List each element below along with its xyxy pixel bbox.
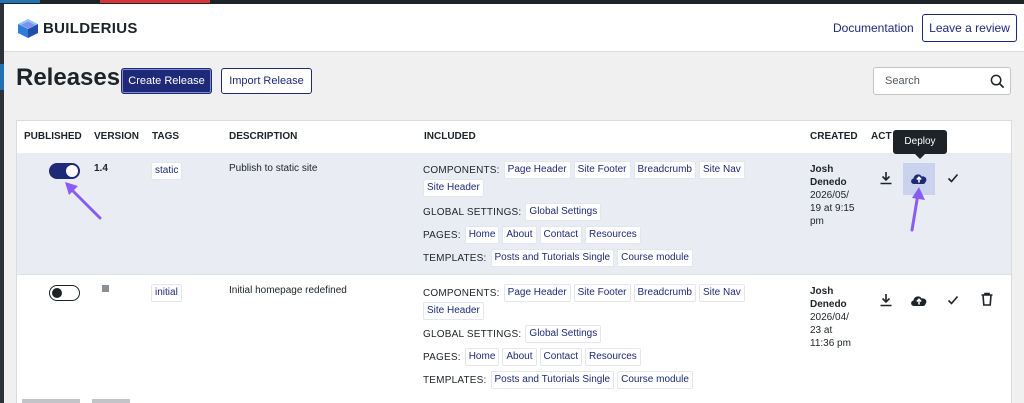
page-title: Releases	[16, 64, 121, 91]
global-settings-label: GLOBAL SETTINGS:	[423, 206, 522, 218]
column-header-tags: TAGS	[152, 131, 180, 142]
created-info: Josh Denedo 2026/05/ 19 at 9:15 pm	[810, 163, 870, 228]
version-placeholder	[102, 285, 109, 292]
column-header-description: DESCRIPTION	[229, 131, 298, 142]
template-chip[interactable]: Course module	[617, 371, 693, 389]
download-icon[interactable]	[878, 292, 894, 308]
components-line-2: Site Header	[423, 302, 487, 320]
description-text: Publish to static site	[229, 163, 318, 174]
page-chip[interactable]: Resources	[585, 226, 641, 244]
created-info: Josh Denedo 2026/04/ 23 at 11:36 pm	[810, 285, 870, 350]
template-chip[interactable]: Posts and Tutorials Single	[490, 249, 615, 267]
pagination-fragment	[92, 399, 130, 403]
pages-line: PAGES: Home About Contact Resources	[423, 348, 644, 366]
global-settings-label: GLOBAL SETTINGS:	[423, 328, 522, 340]
search-box	[873, 67, 1011, 95]
global-settings-line: GLOBAL SETTINGS: Global Settings	[423, 325, 604, 343]
column-header-published: PUBLISHED	[24, 131, 82, 142]
template-chip[interactable]: Course module	[617, 249, 693, 267]
deploy-tooltip: Deploy	[893, 130, 947, 154]
component-chip[interactable]: Site Header	[423, 179, 484, 197]
component-chip[interactable]: Site Header	[423, 302, 484, 320]
version-value: 1.4	[94, 163, 108, 174]
cloud-upload-icon[interactable]	[909, 292, 929, 308]
page-chip[interactable]: Home	[464, 348, 500, 366]
tag-chip[interactable]: initial	[151, 284, 182, 302]
components-label: COMPONENTS:	[423, 287, 500, 299]
pages-line: PAGES: Home About Contact Resources	[423, 226, 644, 244]
search-icon[interactable]	[990, 74, 1005, 89]
leave-review-button[interactable]: Leave a review	[922, 14, 1017, 42]
page-chip[interactable]: Resources	[585, 348, 641, 366]
templates-label: TEMPLATES:	[423, 252, 487, 264]
component-chip[interactable]: Site Footer	[573, 161, 631, 179]
components-line: COMPONENTS: Page Header Site Footer Brea…	[423, 161, 748, 179]
import-release-button[interactable]: Import Release	[221, 68, 312, 94]
app-header: BUILDERIUS Documentation Leave a review	[4, 4, 1024, 52]
create-release-button[interactable]: Create Release	[121, 68, 212, 94]
component-chip[interactable]: Breadcrumb	[633, 161, 696, 179]
trash-icon[interactable]	[979, 291, 995, 307]
created-by-last: Denedo	[810, 299, 847, 310]
created-time: 23 at	[810, 325, 833, 336]
column-header-actions: ACT	[871, 131, 892, 142]
global-settings-line: GLOBAL SETTINGS: Global Settings	[423, 203, 604, 221]
component-chip[interactable]: Page Header	[503, 284, 571, 302]
column-header-version: VERSION	[94, 131, 140, 142]
templates-label: TEMPLATES:	[423, 374, 487, 386]
global-settings-chip[interactable]: Global Settings	[525, 203, 602, 221]
published-toggle[interactable]	[49, 285, 80, 301]
pages-label: PAGES:	[423, 351, 461, 363]
created-by-last: Denedo	[810, 177, 847, 188]
components-line-2: Site Header	[423, 179, 487, 197]
logo-icon	[18, 19, 38, 38]
created-ampm: 11:36 pm	[810, 338, 851, 349]
description-text: Initial homepage redefined	[229, 285, 347, 296]
annotation-arrow-deploy	[910, 187, 925, 232]
column-header-created: CREATED	[810, 131, 858, 142]
page-chip[interactable]: About	[502, 226, 537, 244]
tag-chip[interactable]: static	[151, 162, 183, 180]
component-chip[interactable]: Breadcrumb	[633, 284, 696, 302]
check-icon[interactable]	[946, 171, 960, 185]
pagination-fragment	[22, 399, 80, 403]
created-time: 19 at 9:15	[810, 203, 855, 214]
component-chip[interactable]: Site Footer	[573, 284, 631, 302]
templates-line: TEMPLATES: Posts and Tutorials Single Co…	[423, 371, 696, 389]
created-date: 2026/04/	[810, 312, 849, 323]
documentation-link[interactable]: Documentation	[833, 21, 914, 35]
page-chip[interactable]: About	[502, 348, 537, 366]
components-line: COMPONENTS: Page Header Site Footer Brea…	[423, 284, 748, 302]
created-date: 2026/05/	[810, 190, 849, 201]
page-chip[interactable]: Contact	[539, 226, 582, 244]
templates-line: TEMPLATES: Posts and Tutorials Single Co…	[423, 249, 696, 267]
search-input[interactable]	[874, 68, 982, 94]
template-chip[interactable]: Posts and Tutorials Single	[490, 371, 615, 389]
table-row: 1.4 static Publish to static site COMPON…	[17, 153, 1011, 274]
annotation-arrow-toggle	[65, 182, 102, 220]
logo-text: BUILDERIUS	[43, 19, 138, 37]
created-ampm: pm	[810, 216, 824, 227]
check-icon[interactable]	[946, 293, 960, 307]
tooltip-arrow	[915, 154, 925, 159]
admin-sidebar-edge	[0, 4, 4, 403]
table-row: initial Initial homepage redefined COMPO…	[17, 274, 1011, 403]
page-chip[interactable]: Home	[464, 226, 500, 244]
created-by-first: Josh	[810, 164, 834, 175]
builderius-logo[interactable]: BUILDERIUS	[16, 16, 138, 40]
created-by-first: Josh	[810, 286, 834, 297]
component-chip[interactable]: Site Nav	[698, 161, 745, 179]
component-chip[interactable]: Page Header	[503, 161, 571, 179]
components-label: COMPONENTS:	[423, 164, 500, 176]
column-header-included: INCLUDED	[424, 131, 476, 142]
page-chip[interactable]: Contact	[539, 348, 582, 366]
pages-label: PAGES:	[423, 229, 461, 241]
global-settings-chip[interactable]: Global Settings	[525, 325, 602, 343]
download-icon[interactable]	[878, 170, 894, 186]
component-chip[interactable]: Site Nav	[698, 284, 745, 302]
releases-table: PUBLISHED VERSION TAGS DESCRIPTION INCLU…	[16, 120, 1012, 403]
